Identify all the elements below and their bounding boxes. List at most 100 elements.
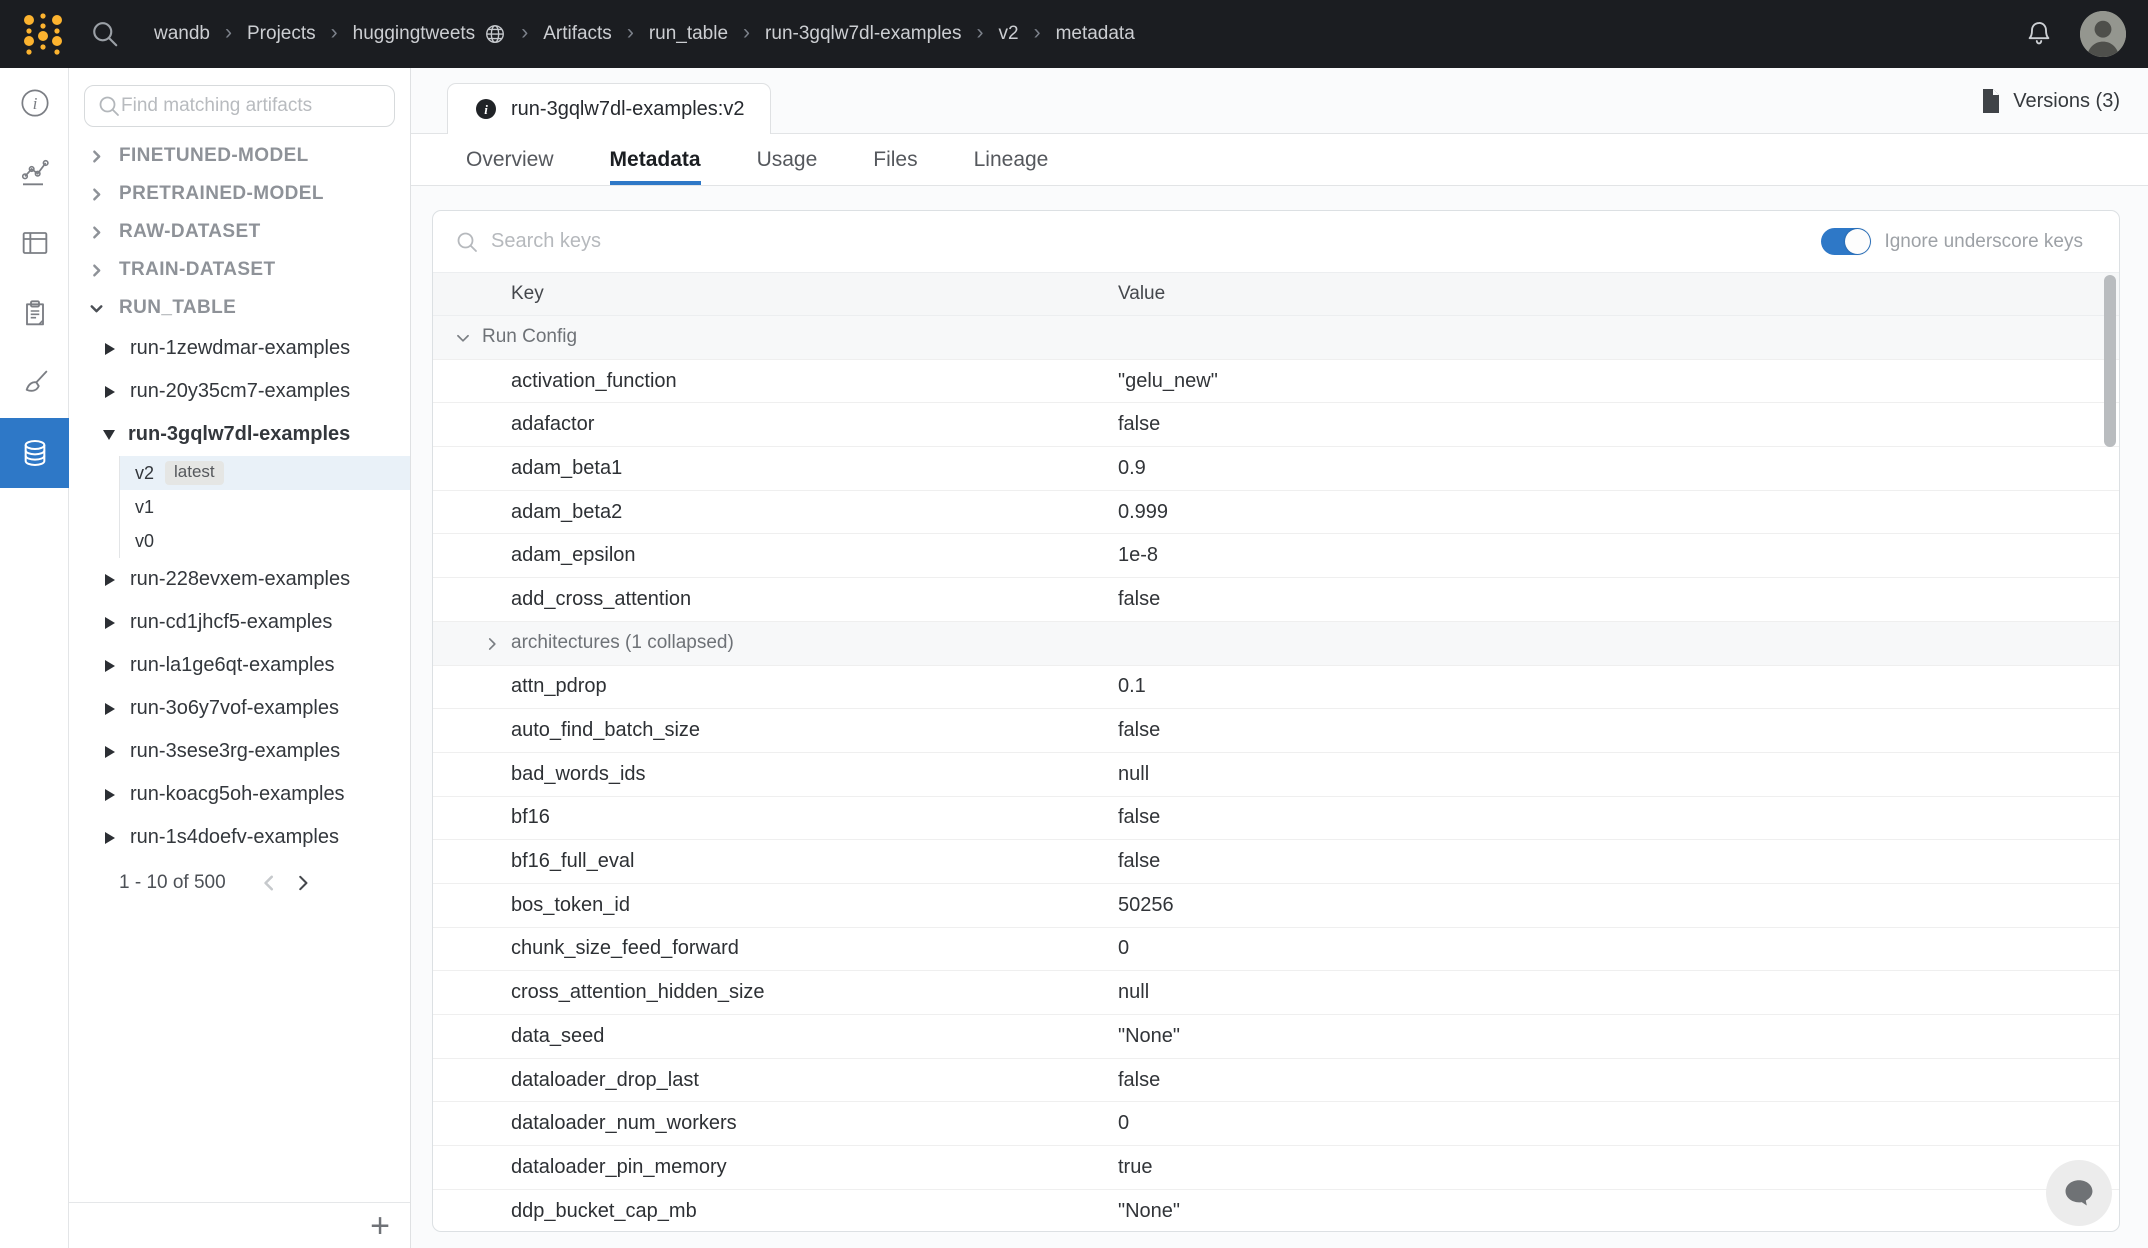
tab-usage[interactable]: Usage	[757, 134, 818, 185]
key-column-header: Key	[433, 283, 544, 305]
version-item-v1[interactable]: v1	[120, 490, 410, 524]
run-label: run-3sese3rg-examples	[130, 740, 340, 763]
search-icon[interactable]	[90, 19, 120, 49]
chevron-right-icon[interactable]	[483, 635, 501, 653]
versions-button[interactable]: Versions (3)	[1980, 80, 2120, 122]
metadata-row: bad_words_idsnull	[433, 753, 2119, 797]
breadcrumb-item[interactable]: run-3gqlw7dl-examples	[765, 23, 961, 45]
artifact-doc-tab[interactable]: i run-3gqlw7dl-examples:v2	[447, 83, 771, 134]
top-navbar: wandb›Projects›huggingtweets›Artifacts›r…	[0, 0, 2148, 68]
category-run_table[interactable]: RUN_TABLE	[69, 289, 410, 327]
breadcrumb-item[interactable]: huggingtweets	[353, 23, 507, 45]
tab-overview[interactable]: Overview	[466, 134, 554, 185]
rail-item-charts[interactable]	[0, 138, 69, 208]
run-item[interactable]: run-228evxem-examples	[69, 558, 410, 601]
run-item[interactable]: run-3gqlw7dl-examples	[69, 413, 410, 456]
artifact-search-input[interactable]	[121, 95, 382, 117]
metadata-key: activation_function	[433, 370, 677, 393]
breadcrumb-item[interactable]: metadata	[1056, 23, 1135, 45]
tab-lineage[interactable]: Lineage	[974, 134, 1049, 185]
ignore-underscore-toggle[interactable]	[1821, 228, 1871, 255]
metadata-search-input[interactable]	[491, 230, 1821, 253]
metadata-row: ddp_bucket_cap_mb"None"	[433, 1190, 2119, 1232]
metadata-key: adam_beta1	[433, 457, 622, 480]
breadcrumb-item[interactable]: run_table	[649, 23, 728, 45]
chevron-left-icon[interactable]	[258, 872, 280, 894]
metadata-group-row[interactable]: Run Config	[433, 316, 2119, 360]
triangle-icon	[103, 430, 115, 440]
metadata-value: 0.1	[1118, 675, 1146, 698]
rail-item-info[interactable]: i	[0, 68, 69, 138]
rail-item-artifacts[interactable]	[0, 418, 69, 488]
rail-item-sweeps[interactable]	[0, 348, 69, 418]
category-finetuned-model[interactable]: FINETUNED-MODEL	[69, 137, 410, 175]
triangle-icon	[105, 660, 115, 672]
run-item[interactable]: run-3sese3rg-examples	[69, 730, 410, 773]
rail-item-reports[interactable]	[0, 278, 69, 348]
run-item[interactable]: run-20y35cm7-examples	[69, 370, 410, 413]
run-item[interactable]: run-cd1jhcf5-examples	[69, 601, 410, 644]
version-item-v0[interactable]: v0	[120, 524, 410, 558]
artifact-sidebar: FINETUNED-MODEL PRETRAINED-MODEL RAW-DATAS…	[69, 68, 411, 1248]
breadcrumb-label: run_table	[649, 23, 728, 45]
category-label: PRETRAINED-MODEL	[119, 183, 324, 205]
versions-button-label: Versions (3)	[2013, 90, 2120, 113]
breadcrumb-label: Artifacts	[543, 23, 612, 45]
artifact-tree: FINETUNED-MODEL PRETRAINED-MODEL RAW-DATAS…	[69, 137, 410, 1202]
category-pretrained-model[interactable]: PRETRAINED-MODEL	[69, 175, 410, 213]
user-avatar[interactable]	[2080, 11, 2126, 57]
add-artifact-button[interactable]: +	[370, 1209, 390, 1243]
metadata-panel: Ignore underscore keys Key Value Run Con…	[432, 210, 2120, 1232]
metadata-group-row[interactable]: architectures (1 collapsed)	[433, 622, 2119, 666]
rail-item-tables[interactable]	[0, 208, 69, 278]
wandb-logo[interactable]	[22, 11, 64, 57]
run-item[interactable]: run-koacg5oh-examples	[69, 773, 410, 816]
run-label: run-3o6y7vof-examples	[130, 697, 339, 720]
category-label: RAW-DATASET	[119, 221, 261, 243]
main-content: i run-3gqlw7dl-examples:v2 Versions (3) …	[411, 68, 2148, 1248]
tab-metadata[interactable]: Metadata	[610, 134, 701, 185]
metadata-value: true	[1118, 1156, 1152, 1179]
metadata-value: "None"	[1118, 1200, 1180, 1223]
category-train-dataset[interactable]: TRAIN-DATASET	[69, 251, 410, 289]
metadata-value: false	[1118, 413, 1160, 436]
category-label: RUN_TABLE	[119, 297, 236, 319]
metadata-key: cross_attention_hidden_size	[433, 981, 765, 1004]
run-item[interactable]: run-la1ge6qt-examples	[69, 644, 410, 687]
chevron-right-icon	[88, 224, 105, 241]
database-icon	[19, 437, 51, 469]
bell-icon[interactable]	[2024, 19, 2054, 49]
breadcrumb-item[interactable]: Projects	[247, 23, 316, 45]
globe-icon	[484, 23, 506, 45]
scrollbar-thumb[interactable]	[2104, 275, 2116, 447]
breadcrumb-separator-icon: ›	[331, 21, 338, 45]
breadcrumb-item[interactable]: v2	[998, 23, 1018, 45]
tab-files[interactable]: Files	[873, 134, 917, 185]
metadata-table-header: Key Value	[433, 272, 2119, 316]
metadata-key: auto_find_batch_size	[433, 719, 700, 742]
metadata-row: auto_find_batch_sizefalse	[433, 709, 2119, 753]
triangle-icon	[105, 746, 115, 758]
metadata-value: null	[1118, 981, 1149, 1004]
metadata-row: chunk_size_feed_forward0	[433, 928, 2119, 972]
artifact-header-band: i run-3gqlw7dl-examples:v2 Versions (3)	[411, 68, 2148, 134]
breadcrumb-label: Projects	[247, 23, 316, 45]
metadata-value: false	[1118, 806, 1160, 829]
chevron-right-icon[interactable]	[292, 872, 314, 894]
chevron-down-icon[interactable]	[454, 329, 472, 347]
version-item-v2[interactable]: v2latest	[120, 456, 410, 490]
metadata-row: dataloader_pin_memorytrue	[433, 1146, 2119, 1190]
svg-text:i: i	[484, 102, 488, 117]
chevron-right-icon	[88, 148, 105, 165]
breadcrumb-item[interactable]: wandb	[154, 23, 210, 45]
run-item[interactable]: run-3o6y7vof-examples	[69, 687, 410, 730]
run-label: run-1s4doefv-examples	[130, 826, 339, 849]
run-label: run-1zewdmar-examples	[130, 337, 350, 360]
run-item[interactable]: run-1s4doefv-examples	[69, 816, 410, 859]
run-item[interactable]: run-1zewdmar-examples	[69, 327, 410, 370]
category-raw-dataset[interactable]: RAW-DATASET	[69, 213, 410, 251]
breadcrumb-separator-icon: ›	[743, 21, 750, 45]
chat-button[interactable]	[2046, 1160, 2112, 1226]
ignore-underscore-toggle-label: Ignore underscore keys	[1884, 231, 2083, 253]
breadcrumb-item[interactable]: Artifacts	[543, 23, 612, 45]
